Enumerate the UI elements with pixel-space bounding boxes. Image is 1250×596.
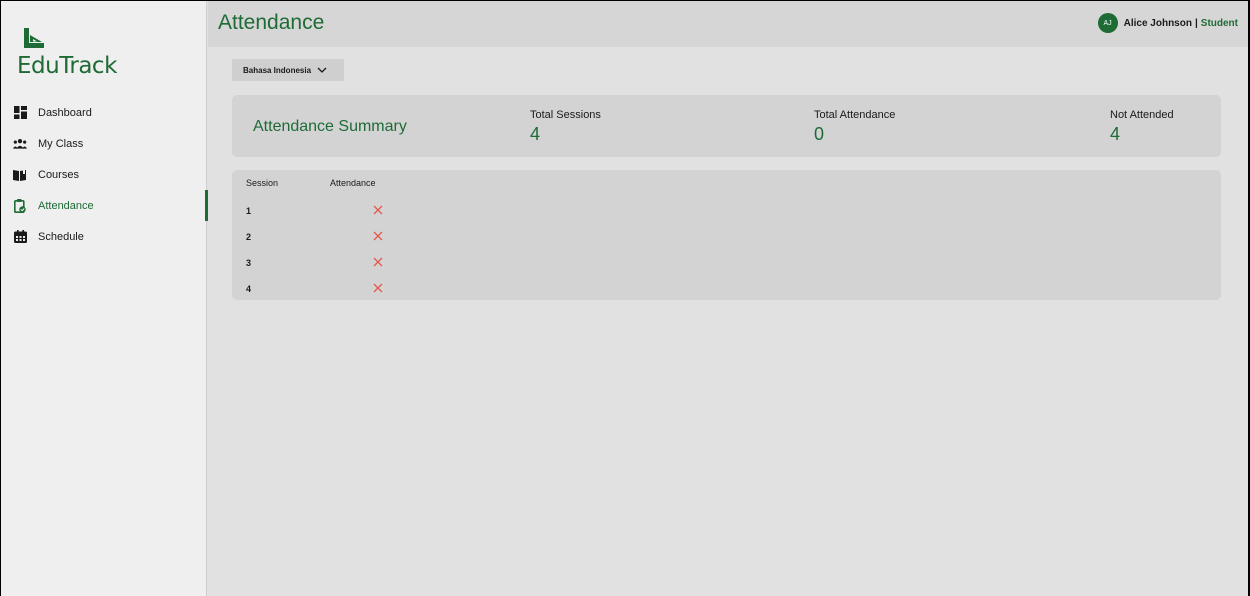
stat-label: Not Attended bbox=[1110, 109, 1174, 121]
page-title: Attendance bbox=[218, 11, 325, 34]
sidebar-item-dashboard[interactable]: Dashboard bbox=[1, 97, 207, 128]
logo-icon bbox=[24, 28, 44, 48]
session-number: 1 bbox=[246, 206, 252, 216]
book-icon bbox=[13, 168, 27, 182]
column-header-attendance: Attendance bbox=[330, 178, 376, 188]
user-name: Alice Johnson bbox=[1123, 17, 1192, 29]
summary-title: Attendance Summary bbox=[253, 118, 407, 135]
chevron-down-icon bbox=[317, 67, 327, 73]
sidebar-item-label: My Class bbox=[38, 137, 84, 150]
sidebar-item-label: Schedule bbox=[38, 230, 84, 243]
table-row: 4 bbox=[232, 276, 1221, 302]
stat-value: 4 bbox=[1110, 124, 1121, 144]
sidebar-nav: Dashboard My Class Courses Attendance Sc… bbox=[1, 97, 208, 252]
app-frame: EduTrack Dashboard My Class Courses Atte… bbox=[1, 1, 1248, 596]
column-header-session: Session bbox=[246, 178, 279, 188]
attendance-table: Session Attendance 1 2 3 4 bbox=[232, 170, 1221, 300]
dashboard-icon bbox=[13, 106, 27, 120]
top-bar: Attendance AJ Alice Johnson | Student bbox=[208, 1, 1248, 47]
sidebar-item-label: Attendance bbox=[38, 199, 94, 212]
table-row: 2 bbox=[232, 224, 1221, 250]
calendar-icon bbox=[13, 230, 27, 244]
stat-label: Total Attendance bbox=[814, 109, 896, 121]
avatar: AJ bbox=[1097, 13, 1118, 33]
attendance-icon bbox=[13, 198, 27, 213]
stat-total-sessions: Total Sessions 4 bbox=[530, 109, 601, 145]
app-logo-text: EduTrack bbox=[17, 53, 117, 79]
attendance-summary-card: Attendance Summary Total Sessions 4 Tota… bbox=[232, 95, 1221, 157]
sidebar-item-schedule[interactable]: Schedule bbox=[1, 221, 207, 252]
user-role: Student bbox=[1200, 17, 1238, 29]
group-icon bbox=[13, 137, 27, 151]
absent-x-icon bbox=[373, 205, 383, 215]
stat-not-attended: Not Attended 4 bbox=[1110, 109, 1174, 145]
user-separator: | bbox=[1194, 17, 1198, 29]
stat-value: 4 bbox=[530, 124, 541, 144]
absent-x-icon bbox=[373, 257, 383, 267]
table-row: 3 bbox=[232, 250, 1221, 276]
sidebar-item-attendance[interactable]: Attendance bbox=[1, 190, 208, 221]
sidebar-item-my-class[interactable]: My Class bbox=[1, 128, 207, 159]
course-select-value: Bahasa Indonesia bbox=[243, 65, 312, 75]
sidebar-item-label: Courses bbox=[38, 168, 79, 181]
stat-value: 0 bbox=[814, 124, 825, 144]
user-menu[interactable]: AJ Alice Johnson | Student bbox=[1097, 13, 1238, 33]
session-number: 2 bbox=[246, 232, 252, 242]
absent-x-icon bbox=[373, 231, 383, 241]
sidebar-item-label: Dashboard bbox=[38, 106, 92, 119]
table-row: 1 bbox=[232, 198, 1221, 224]
sidebar: EduTrack Dashboard My Class Courses Atte… bbox=[1, 1, 208, 596]
session-number: 4 bbox=[246, 284, 252, 294]
sidebar-item-courses[interactable]: Courses bbox=[1, 159, 207, 190]
stat-total-attendance: Total Attendance 0 bbox=[814, 109, 895, 145]
course-select[interactable]: Bahasa Indonesia bbox=[232, 59, 344, 81]
stat-label: Total Sessions bbox=[530, 109, 601, 121]
absent-x-icon bbox=[373, 283, 383, 293]
session-number: 3 bbox=[246, 258, 252, 268]
